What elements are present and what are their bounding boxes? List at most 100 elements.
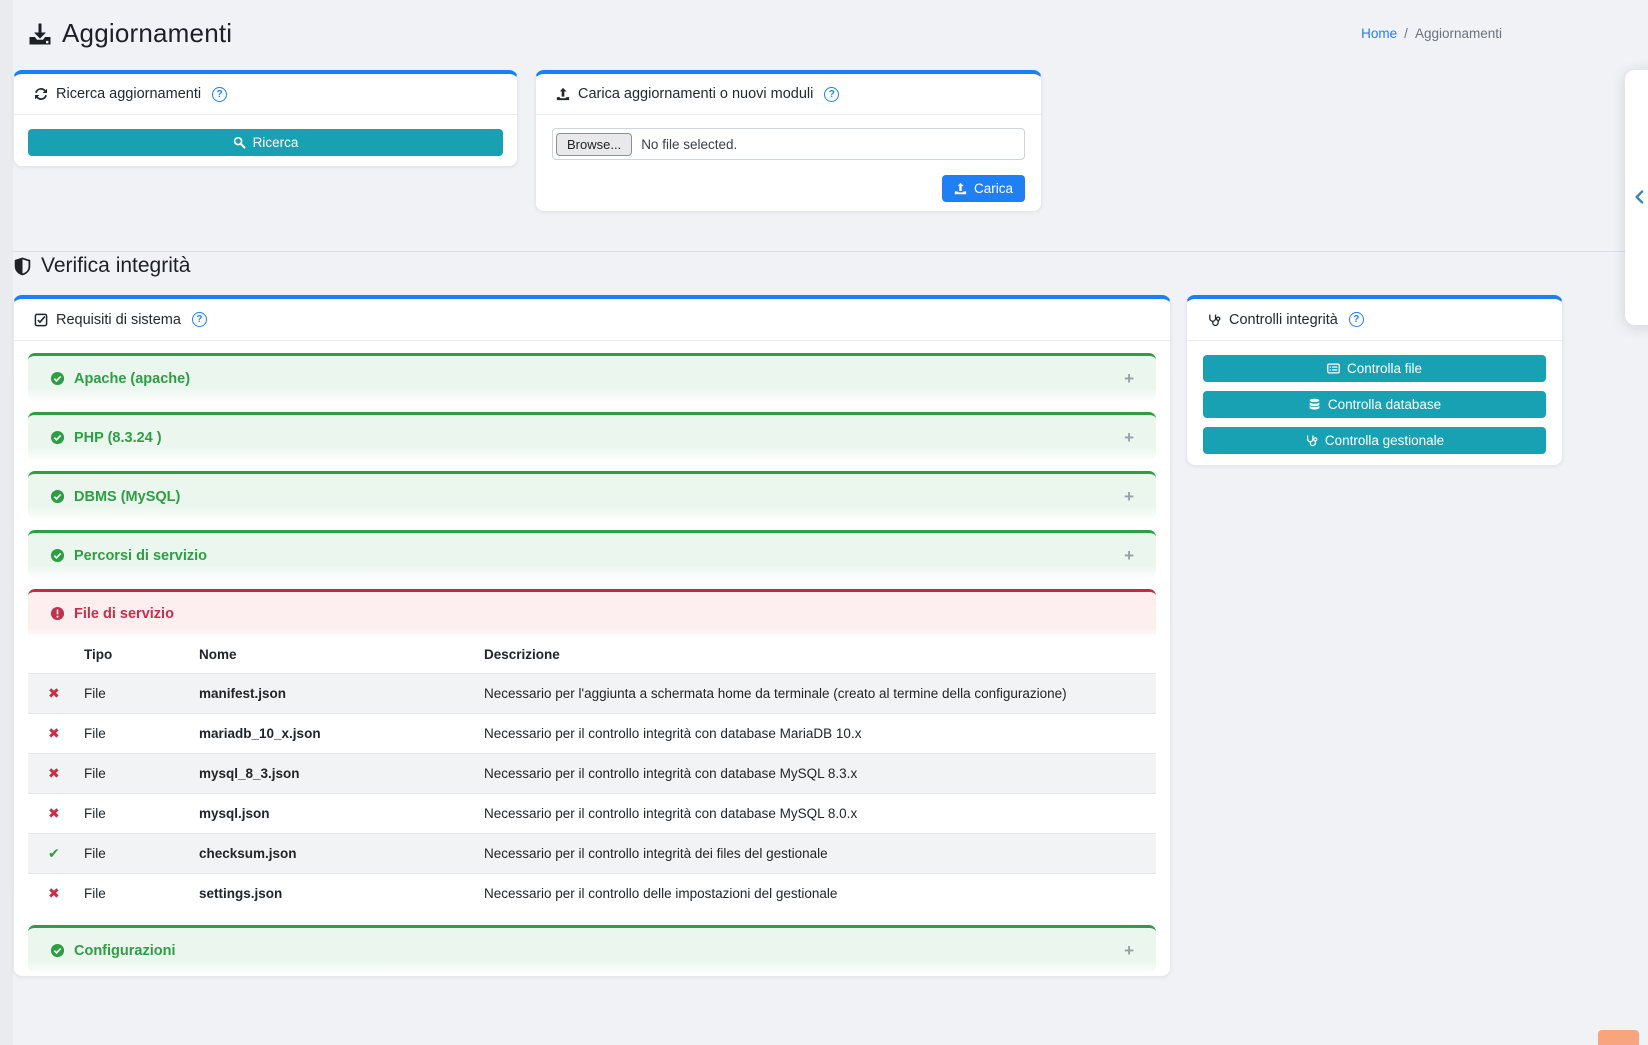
browse-button[interactable]: Browse... <box>556 133 632 156</box>
table-row: ✖ File mariadb_10_x.json Necessario per … <box>28 714 1156 754</box>
cell-nome: mysql.json <box>191 794 476 834</box>
check-icon: ✔ <box>48 845 60 861</box>
table-row: ✖ File manifest.json Necessario per l'ag… <box>28 674 1156 714</box>
shield-icon <box>13 256 32 277</box>
cell-nome: settings.json <box>191 874 476 914</box>
descrizione-column-header: Descrizione <box>476 635 1156 674</box>
plus-icon[interactable]: + <box>1124 547 1134 564</box>
accordion-service-files-header[interactable]: File di servizio <box>28 592 1156 635</box>
check-square-icon <box>34 313 48 327</box>
upload-icon <box>556 87 570 101</box>
cell-tipo: File <box>76 754 191 794</box>
cross-icon: ✖ <box>48 805 60 821</box>
status-column-header <box>28 635 76 674</box>
help-icon[interactable]: ? <box>212 87 227 102</box>
cell-descrizione: Necessario per il controllo integrità co… <box>476 794 1156 834</box>
cell-nome: manifest.json <box>191 674 476 714</box>
cell-tipo: File <box>76 714 191 754</box>
file-input[interactable]: Browse... No file selected. <box>552 128 1025 160</box>
scroll-top-button[interactable] <box>1598 1030 1639 1045</box>
cell-descrizione: Necessario per l'aggiunta a schermata ho… <box>476 674 1156 714</box>
plus-icon[interactable]: + <box>1124 429 1134 446</box>
check-circle-icon <box>50 430 65 445</box>
upload-button-label: Carica <box>974 181 1013 196</box>
system-requirements-header: Requisiti di sistema ? <box>14 299 1170 341</box>
stethoscope-icon <box>1207 313 1221 327</box>
help-icon[interactable]: ? <box>824 87 839 102</box>
file-status-text: No file selected. <box>641 137 737 152</box>
upload-header: Carica aggiornamenti o nuovi moduli ? <box>536 74 1041 115</box>
table-row: ✖ File mysql.json Necessario per il cont… <box>28 794 1156 834</box>
breadcrumb-current: Aggiornamenti <box>1415 26 1502 41</box>
cross-icon: ✖ <box>48 685 60 701</box>
check-files-button[interactable]: Controlla file <box>1203 355 1546 382</box>
check-files-label: Controlla file <box>1347 361 1422 376</box>
upload-icon <box>954 182 967 195</box>
search-button[interactable]: Ricerca <box>28 129 503 156</box>
search-updates-title: Ricerca aggiornamenti <box>56 86 201 102</box>
breadcrumb: Home / Aggiornamenti <box>1361 26 1502 41</box>
search-icon <box>233 136 246 149</box>
check-management-button[interactable]: Controlla gestionale <box>1203 427 1546 454</box>
cross-icon: ✖ <box>48 885 60 901</box>
upload-panel: Carica aggiornamenti o nuovi moduli ? Br… <box>535 70 1042 212</box>
nome-column-header: Nome <box>191 635 476 674</box>
accordion-service-files-label: File di servizio <box>74 606 174 622</box>
cell-tipo: File <box>76 834 191 874</box>
table-header-row: Tipo Nome Descrizione <box>28 635 1156 674</box>
integrity-controls-panel: Controlli integrità ? Controlla file Con… <box>1186 295 1563 466</box>
accordion-apache[interactable]: Apache (apache) + <box>28 353 1156 401</box>
system-requirements-body: Apache (apache) + PHP (8.3.24 ) + DBMS (… <box>14 341 1170 1004</box>
plus-icon[interactable]: + <box>1124 942 1134 959</box>
page: Aggiornamenti Home / Aggiornamenti Ricer… <box>0 0 1648 1045</box>
cell-descrizione: Necessario per il controllo integrità co… <box>476 714 1156 754</box>
check-circle-icon <box>50 489 65 504</box>
accordion-dbms[interactable]: DBMS (MySQL) + <box>28 471 1156 519</box>
tipo-column-header: Tipo <box>76 635 191 674</box>
accordion-php[interactable]: PHP (8.3.24 ) + <box>28 412 1156 460</box>
left-edge-strip <box>0 0 13 1045</box>
cell-nome: checksum.json <box>191 834 476 874</box>
check-circle-icon <box>50 548 65 563</box>
cell-nome: mariadb_10_x.json <box>191 714 476 754</box>
accordion-configurations[interactable]: Configurazioni + <box>28 925 1156 973</box>
integrity-controls-body: Controlla file Controlla database Contro… <box>1187 341 1562 470</box>
search-updates-header: Ricerca aggiornamenti ? <box>14 74 517 115</box>
accordion-dbms-label: DBMS (MySQL) <box>74 489 180 505</box>
upload-title: Carica aggiornamenti o nuovi moduli <box>578 86 813 102</box>
cell-descrizione: Necessario per il controllo integrità de… <box>476 834 1156 874</box>
download-icon <box>28 22 52 46</box>
search-updates-panel: Ricerca aggiornamenti ? Ricerca <box>13 70 518 167</box>
table-row: ✖ File mysql_8_3.json Necessario per il … <box>28 754 1156 794</box>
check-database-label: Controlla database <box>1328 397 1441 412</box>
list-icon <box>1327 362 1340 375</box>
system-requirements-title: Requisiti di sistema <box>56 312 181 328</box>
database-icon <box>1308 398 1321 411</box>
integrity-section-label: Verifica integrità <box>41 254 190 278</box>
help-icon[interactable]: ? <box>1349 312 1364 327</box>
breadcrumb-home-link[interactable]: Home <box>1361 26 1397 41</box>
accordion-service-files: File di servizio Tipo Nome Descrizione <box>28 589 1156 913</box>
accordion-service-paths[interactable]: Percorsi di servizio + <box>28 530 1156 578</box>
stethoscope-icon <box>1305 434 1318 447</box>
cross-icon: ✖ <box>48 725 60 741</box>
accordion-configurations-label: Configurazioni <box>74 943 176 959</box>
cell-tipo: File <box>76 794 191 834</box>
upload-button[interactable]: Carica <box>942 175 1025 202</box>
help-icon[interactable]: ? <box>192 312 207 327</box>
page-title: Aggiornamenti <box>62 18 232 49</box>
slideout-panel-handle[interactable] <box>1625 70 1648 325</box>
integrity-controls-header: Controlli integrità ? <box>1187 299 1562 341</box>
plus-icon[interactable]: + <box>1124 370 1134 387</box>
check-circle-icon <box>50 943 65 958</box>
chevron-left-icon <box>1632 188 1647 206</box>
integrity-section-title: Verifica integrità <box>13 252 190 280</box>
upload-actions: Carica <box>552 175 1025 202</box>
page-header: Aggiornamenti <box>28 18 232 49</box>
check-database-button[interactable]: Controlla database <box>1203 391 1546 418</box>
plus-icon[interactable]: + <box>1124 488 1134 505</box>
accordion-php-label: PHP (8.3.24 ) <box>74 430 162 446</box>
section-divider <box>13 251 1648 252</box>
cross-icon: ✖ <box>48 765 60 781</box>
table-row: ✖ File settings.json Necessario per il c… <box>28 874 1156 914</box>
